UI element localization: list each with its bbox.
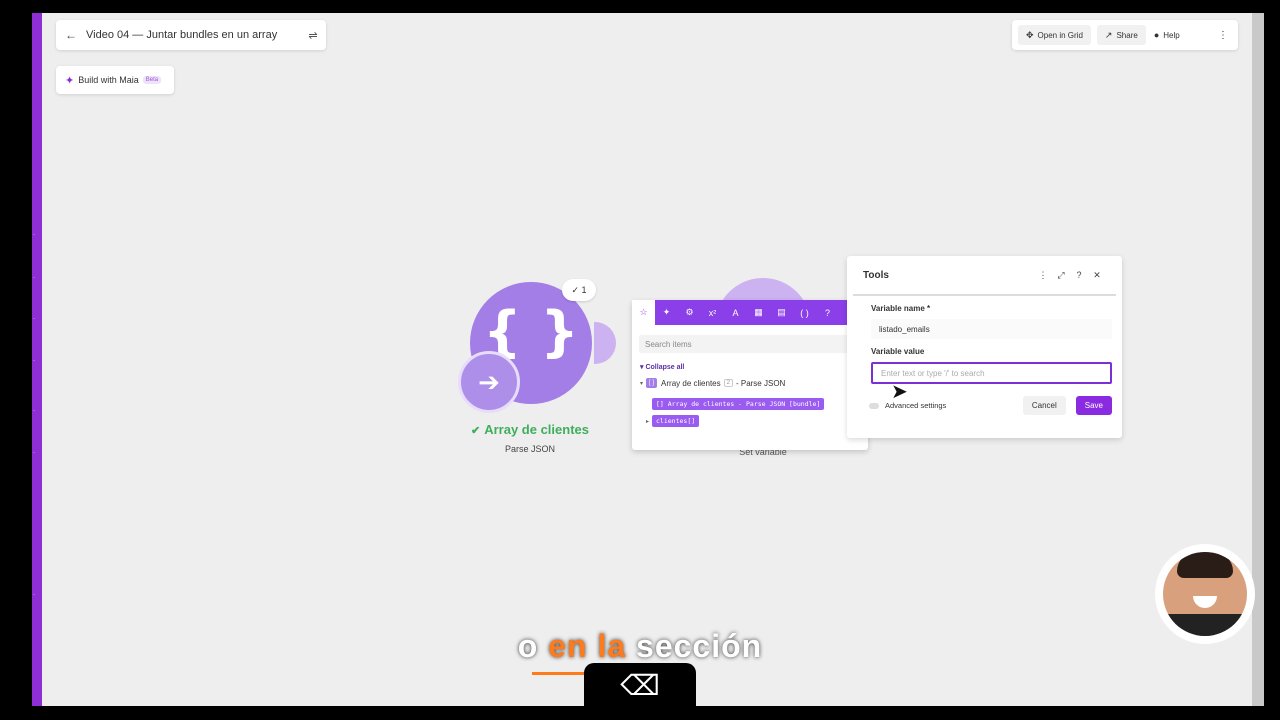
top-actions-bar: ✥ Open in Grid ↗ Share ● Help ⋮ — [1012, 20, 1238, 50]
open-in-grid-button[interactable]: ✥ Open in Grid — [1018, 25, 1091, 45]
collapse-all-label: Collapse all — [645, 364, 685, 371]
bundle-pill[interactable]: [] Array de clientes - Parse JSON [bundl… — [652, 398, 825, 410]
side-tick: - — [33, 408, 35, 414]
tree-item-number: 2 — [723, 379, 733, 387]
video-frame: - - - - - - - ← Video 04 — Juntar bundle… — [0, 0, 1280, 720]
beta-badge: Beta — [142, 76, 162, 84]
chevron-down-icon: ▾ — [640, 380, 644, 387]
module-name-text: Array de clientes — [484, 422, 589, 437]
tools-header: Tools ⋮ ⤢ ? ✕ — [853, 256, 1116, 296]
caption-word: o — [517, 628, 539, 664]
tab-math[interactable]: x² — [701, 308, 724, 318]
side-tick: - — [33, 450, 35, 456]
more-options-icon[interactable]: ⋮ — [1034, 270, 1052, 281]
pill-row-bundle: [] Array de clientes - Parse JSON [bundl… — [652, 393, 868, 411]
variable-value-label: Variable value — [871, 347, 925, 356]
side-tick: - — [33, 316, 35, 322]
tab-favorites[interactable]: ☆ — [632, 300, 655, 325]
module-type: Parse JSON — [504, 444, 555, 454]
tab-help[interactable]: ? — [816, 308, 839, 318]
open-in-grid-label: Open in Grid — [1037, 30, 1083, 40]
tab-custom[interactable]: ( ) — [793, 308, 816, 318]
advanced-settings-toggle[interactable] — [869, 402, 879, 409]
settings-sliders-icon[interactable]: ⇌ — [300, 29, 326, 42]
scenario-title[interactable]: Video 04 — Juntar bundles en un array — [86, 29, 300, 41]
expand-icon[interactable]: ⤢ — [1052, 270, 1070, 281]
operation-count-badge[interactable]: ✓ 1 — [562, 279, 596, 301]
success-check-icon: ✔ — [471, 425, 481, 437]
mouse-pointer-icon: ➤ — [891, 381, 908, 403]
grid-icon: ✥ — [1026, 29, 1034, 40]
caption-highlight: en la — [548, 628, 627, 664]
presenter-hair — [1177, 552, 1233, 578]
sparkle-icon: ✦ — [65, 74, 75, 87]
mapping-search-input[interactable]: Search items — [639, 335, 861, 353]
collapse-all-link[interactable]: ▾ Collapse all — [640, 363, 868, 371]
scenario-title-bar: ← Video 04 — Juntar bundles en un array … — [56, 20, 326, 50]
array-bracket-icon: [ ] — [646, 378, 658, 388]
chevron-right-icon: ▸ — [646, 418, 650, 425]
save-button[interactable]: Save — [1075, 396, 1112, 415]
tab-ai[interactable]: ✦ — [655, 307, 678, 318]
tools-panel: Tools ⋮ ⤢ ? ✕ Variable name * listado_em… — [847, 256, 1122, 438]
variable-name-input[interactable]: listado_emails — [871, 319, 1112, 339]
help-label: Help — [1163, 30, 1180, 40]
tree-item-source: - Parse JSON — [735, 378, 786, 388]
backspace-key-icon: ⌫ — [584, 663, 696, 707]
close-icon[interactable]: ✕ — [1088, 270, 1106, 281]
more-options-icon[interactable]: ⋮ — [1208, 30, 1238, 41]
help-button[interactable]: ● Help — [1146, 30, 1188, 40]
tab-array[interactable]: ▤ — [770, 307, 793, 318]
back-arrow-icon[interactable]: ← — [56, 28, 86, 42]
share-label: Share — [1116, 30, 1138, 40]
maia-label: Build with Maia — [78, 75, 139, 85]
tools-title: Tools — [863, 269, 889, 281]
share-icon: ↗ — [1104, 29, 1113, 40]
side-tick: - — [33, 592, 35, 598]
tab-text[interactable]: A — [724, 308, 747, 318]
tab-date[interactable]: ▦ — [747, 307, 770, 318]
build-with-maia-button[interactable]: ✦ Build with Maia Beta — [56, 66, 174, 94]
side-tick: - — [33, 358, 35, 364]
pill-row-clientes: ▸ clientes[] — [646, 415, 868, 427]
variable-name-label: Variable name * — [871, 304, 931, 313]
presenter-face — [1163, 552, 1247, 636]
tree-item-module[interactable]: ▾ [ ] Array de clientes 2 - Parse JSON — [640, 378, 868, 388]
mapping-toolbar: ☆ ✦ ⚙ x² A ▦ ▤ ( ) ? ✕ — [632, 300, 868, 325]
help-icon: ● — [1153, 30, 1160, 40]
mapping-panel: ☆ ✦ ⚙ x² A ▦ ▤ ( ) ? ✕ Search items ▾ Co… — [632, 300, 868, 450]
trigger-arrow-icon[interactable]: ➔ — [458, 351, 520, 413]
side-tick: - — [33, 275, 35, 281]
share-button[interactable]: ↗ Share — [1096, 25, 1146, 45]
module-name: ✔ Array de clientes — [440, 422, 620, 437]
side-tick: - — [33, 232, 35, 238]
tab-general[interactable]: ⚙ — [678, 307, 701, 318]
subtitle-caption: o en la sección — [0, 628, 1280, 665]
tree-item-name: Array de clientes — [661, 378, 721, 388]
cancel-button[interactable]: Cancel — [1022, 396, 1066, 415]
help-icon[interactable]: ? — [1070, 270, 1088, 280]
presenter-mouth — [1193, 596, 1217, 608]
clientes-pill[interactable]: clientes[] — [652, 415, 700, 427]
caption-word: sección — [636, 628, 763, 664]
